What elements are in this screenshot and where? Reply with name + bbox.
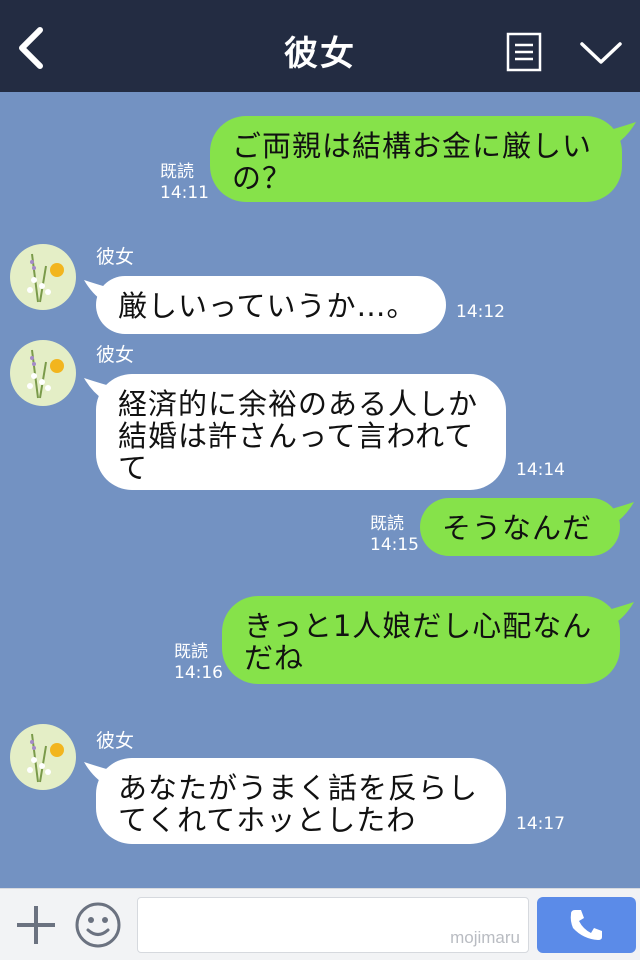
bubble-tail [608,602,634,624]
message-line: だね [244,641,305,675]
message-meta: 既読 14:11 [160,162,209,204]
message-line: あなたがうまく話を反らし [118,771,479,805]
avatar[interactable] [10,340,76,406]
message-meta: 既読 14:16 [174,642,223,684]
read-receipt: 既読 [174,642,208,662]
bubble-tail [608,502,634,524]
message-time: 14:12 [456,302,505,322]
sender-name: 彼女 [96,730,135,752]
message-bubble[interactable]: きっと1人娘だし心配なん だね [222,596,634,684]
message-time: 14:15 [370,535,419,555]
message-input[interactable]: mojimaru [137,897,529,953]
message-line: きっと1人娘だし心配なん [244,609,593,643]
bubble-tail [610,122,636,144]
plus-icon[interactable] [14,903,58,947]
bubble-tail [84,378,110,400]
watermark-text: mojimaru [450,928,520,947]
message-bubble[interactable]: そうなんだ [420,498,634,556]
flower-avatar-icon [27,349,64,399]
message-line: ご両親は結構お金に厳しい [232,129,593,163]
message-line: てくれてホッとしたわ [118,803,417,837]
message-meta: 14:17 [516,814,565,835]
avatar[interactable] [10,244,76,310]
message-time: 14:14 [516,460,565,480]
call-button[interactable] [537,897,636,953]
composer-bar: mojimaru [0,888,640,960]
message-bubble[interactable]: 経済的に余裕のある人しか 結婚は許さんって言われて て [84,374,506,490]
bubble-tail [84,280,110,302]
read-receipt: 既読 [160,162,194,182]
chat-title: 彼女 [284,34,356,74]
message-meta: 14:12 [456,302,505,323]
chat-header: 彼女 [0,0,640,92]
message-bubble[interactable]: あなたがうまく話を反らし てくれてホッとしたわ [84,758,506,844]
message-meta: 既読 14:15 [370,514,419,556]
message-time: 14:16 [174,663,223,683]
avatar[interactable] [10,724,76,790]
message-line: て [118,451,149,485]
message-time: 14:17 [516,814,565,834]
message-time: 14:11 [160,183,209,203]
flower-avatar-icon [27,253,64,303]
message-list[interactable]: 既読 14:11 ご両親は結構お金に厳しい の？ 彼女 厳しいっていうか…。 1… [0,92,640,888]
list-icon[interactable] [506,32,542,72]
sender-name: 彼女 [96,344,135,366]
chevron-down-icon[interactable] [580,40,622,68]
message-bubble[interactable]: ご両親は結構お金に厳しい の？ [210,116,636,202]
message-line: 厳しいっていうか…。 [118,289,417,323]
read-receipt: 既読 [370,514,404,534]
message-bubble[interactable]: 厳しいっていうか…。 [84,276,446,334]
message-meta: 14:14 [516,460,565,481]
phone-icon [570,910,602,940]
message-line: そうなんだ [442,511,593,545]
message-line: 結婚は許さんって言われて [118,419,475,453]
bubble-tail [84,762,110,784]
message-line: 経済的に余裕のある人しか [118,387,479,421]
message-line: の？ [232,161,293,195]
smiley-icon[interactable] [74,901,122,949]
sender-name: 彼女 [96,246,135,268]
flower-avatar-icon [27,733,64,783]
